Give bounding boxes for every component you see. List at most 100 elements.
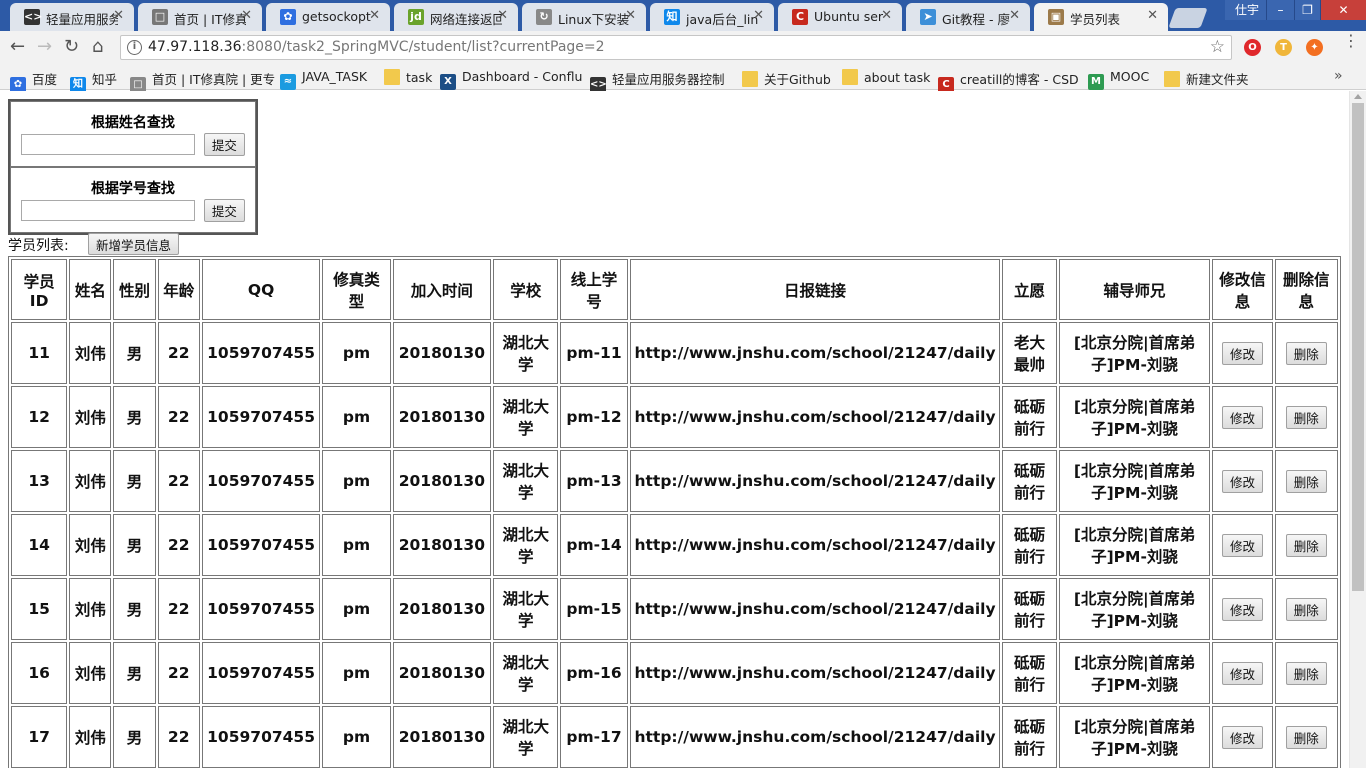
extension-icon[interactable]: ✦ bbox=[1306, 39, 1323, 56]
bookmark-star-icon[interactable]: ☆ bbox=[1210, 37, 1225, 57]
tab-close-icon[interactable]: ✕ bbox=[241, 8, 252, 23]
minimize-icon[interactable]: – bbox=[1266, 0, 1294, 20]
table-cell: pm-17 bbox=[560, 706, 628, 768]
bookmark-item[interactable]: 关于Github bbox=[742, 69, 831, 88]
table-row: 13 刘伟男 22 1059707455 pm 20180130 湖北大学 pm-13 http… bbox=[11, 450, 1338, 512]
restore-icon[interactable]: ❐ bbox=[1294, 0, 1320, 20]
column-header: 日报链接 bbox=[629, 259, 1001, 320]
name-search-input[interactable] bbox=[21, 134, 195, 155]
table-cell: pm-13 bbox=[560, 450, 628, 512]
delete-button[interactable]: 删除 bbox=[1285, 597, 1327, 621]
bookmark-label: 百度 bbox=[32, 72, 58, 87]
menu-dots-icon[interactable]: ⋮ bbox=[1343, 33, 1359, 49]
table-cell: 砥砺前行 bbox=[1002, 642, 1057, 704]
browser-tab[interactable]: jd 网络连接返回 ✕ bbox=[394, 3, 518, 31]
browser-tab[interactable]: ▣ 学员列表 ✕ bbox=[1034, 3, 1168, 31]
browser-tab[interactable]: □ 首页 | IT修真 ✕ bbox=[138, 3, 262, 31]
edit-button[interactable]: 修改 bbox=[1221, 405, 1263, 429]
edit-button[interactable]: 修改 bbox=[1221, 341, 1263, 365]
edit-button[interactable]: 修改 bbox=[1221, 597, 1263, 621]
browser-tab[interactable]: C Ubuntu ser ✕ bbox=[778, 3, 902, 31]
table-cell: 20180130 bbox=[392, 322, 492, 384]
vertical-scrollbar[interactable] bbox=[1349, 91, 1366, 768]
table-cell: 22 bbox=[157, 706, 200, 768]
browser-tab[interactable]: ↻ Linux下安装 ✕ bbox=[522, 3, 646, 31]
bookmark-item[interactable]: about task bbox=[842, 69, 930, 85]
bookmark-item[interactable]: ≈ JAVA_TASK bbox=[280, 69, 367, 90]
table-cell: 砥砺前行 bbox=[1002, 386, 1057, 448]
table-row: 11 刘伟男 22 1059707455 pm 20180130 湖北大学 pm-11 http… bbox=[11, 322, 1338, 384]
close-window-icon[interactable]: ✕ bbox=[1320, 0, 1366, 20]
forward-arrow-icon[interactable]: → bbox=[37, 37, 52, 57]
bookmark-item[interactable]: 知知乎 bbox=[70, 69, 117, 93]
table-cell: 砥砺前行 bbox=[1002, 514, 1057, 576]
bookmark-item[interactable]: 新建文件夹 bbox=[1164, 69, 1249, 88]
edit-button[interactable]: 修改 bbox=[1221, 725, 1263, 749]
browser-tab[interactable]: <> 轻量应用服务 ✕ bbox=[10, 3, 134, 31]
table-cell: 刘伟 bbox=[69, 450, 112, 512]
confluence-icon: X bbox=[440, 74, 456, 90]
delete-button[interactable]: 删除 bbox=[1285, 341, 1327, 365]
id-submit-button[interactable]: 提交 bbox=[203, 199, 245, 222]
scroll-thumb[interactable] bbox=[1352, 103, 1364, 591]
delete-button[interactable]: 删除 bbox=[1285, 469, 1327, 493]
edit-button[interactable]: 修改 bbox=[1221, 469, 1263, 493]
table-cell: pm-16 bbox=[560, 642, 628, 704]
tab-close-icon[interactable]: ✕ bbox=[625, 8, 636, 23]
bookmarks-more-icon[interactable]: » bbox=[1334, 68, 1343, 84]
table-cell: 刘伟 bbox=[69, 386, 112, 448]
tab-close-icon[interactable]: ✕ bbox=[753, 8, 764, 23]
scroll-up-icon[interactable] bbox=[1354, 94, 1362, 99]
edit-button[interactable]: 修改 bbox=[1221, 533, 1263, 557]
table-cell: 20180130 bbox=[392, 642, 492, 704]
table-cell: pm bbox=[322, 578, 391, 640]
table-cell: http://www.jnshu.com/school/21247/daily bbox=[629, 706, 1001, 768]
table-cell: 1059707455 bbox=[201, 706, 321, 768]
tab-close-icon[interactable]: ✕ bbox=[113, 8, 124, 23]
browser-tab[interactable]: ✿ getsockopt ✕ bbox=[266, 3, 390, 31]
table-row: 17 刘伟男 22 1059707455 pm 20180130 湖北大学 pm-17 http… bbox=[11, 706, 1338, 768]
edit-cell: 修改 bbox=[1212, 322, 1273, 384]
browser-tab[interactable]: 知 java后台_lin ✕ bbox=[650, 3, 774, 31]
browser-tab[interactable]: ➤ Git教程 - 廖 ✕ bbox=[906, 3, 1030, 31]
bookmark-item[interactable]: □ 首页 | IT修真院 | 更专 bbox=[130, 69, 275, 93]
address-bar[interactable]: i 47.97.118.36:8080/task2_SpringMVC/stud… bbox=[120, 35, 1232, 60]
new-tab-button[interactable] bbox=[1168, 8, 1208, 28]
reload-icon[interactable]: ↻ bbox=[64, 37, 79, 57]
url-text[interactable]: 47.97.118.36:8080/task2_SpringMVC/studen… bbox=[148, 39, 605, 55]
bookmark-item[interactable]: X Dashboard - Conflu bbox=[440, 69, 582, 90]
tab-close-icon[interactable]: ✕ bbox=[881, 8, 892, 23]
delete-cell: 删除 bbox=[1274, 386, 1338, 448]
tab-close-icon[interactable]: ✕ bbox=[1009, 8, 1020, 23]
delete-button[interactable]: 删除 bbox=[1285, 533, 1327, 557]
add-student-button[interactable]: 新增学员信息 bbox=[88, 233, 180, 255]
student-list-label: 学员列表: bbox=[8, 238, 69, 254]
table-cell: pm-14 bbox=[560, 514, 628, 576]
id-search-input[interactable] bbox=[21, 200, 195, 221]
info-icon[interactable]: i bbox=[127, 40, 142, 55]
edit-button[interactable]: 修改 bbox=[1221, 661, 1263, 685]
tab-close-icon[interactable]: ✕ bbox=[369, 8, 380, 23]
bookmark-item[interactable]: <> 轻量应用服务器控制 bbox=[590, 69, 725, 93]
delete-button[interactable]: 删除 bbox=[1285, 661, 1327, 685]
window-user-label[interactable]: 仕宇 bbox=[1225, 0, 1270, 20]
delete-button[interactable]: 删除 bbox=[1285, 725, 1327, 749]
bookmark-item[interactable]: task bbox=[384, 69, 432, 85]
opera-icon[interactable]: O bbox=[1244, 39, 1261, 56]
bookmark-label: 首页 | IT修真院 | 更专 bbox=[152, 72, 276, 87]
url-path: :8080/task2_SpringMVC/student/list?curre… bbox=[241, 39, 605, 55]
tab-close-icon[interactable]: ✕ bbox=[1147, 8, 1158, 23]
translate-icon[interactable]: T bbox=[1275, 39, 1292, 56]
delete-button[interactable]: 删除 bbox=[1285, 405, 1327, 429]
tab-close-icon[interactable]: ✕ bbox=[497, 8, 508, 23]
delete-cell: 删除 bbox=[1274, 578, 1338, 640]
back-arrow-icon[interactable]: ← bbox=[10, 37, 25, 57]
bookmark-item[interactable]: Ccreatill的博客 - CSD bbox=[938, 69, 1079, 93]
table-cell: 砥砺前行 bbox=[1002, 706, 1057, 768]
bookmark-item[interactable]: M MOOC bbox=[1088, 69, 1149, 90]
home-icon[interactable]: ⌂ bbox=[92, 37, 103, 57]
name-submit-button[interactable]: 提交 bbox=[203, 133, 245, 156]
bookmark-item[interactable]: ✿ 百度 bbox=[10, 69, 57, 93]
zhihu-icon: 知 bbox=[664, 9, 680, 25]
table-cell: 1059707455 bbox=[201, 386, 321, 448]
